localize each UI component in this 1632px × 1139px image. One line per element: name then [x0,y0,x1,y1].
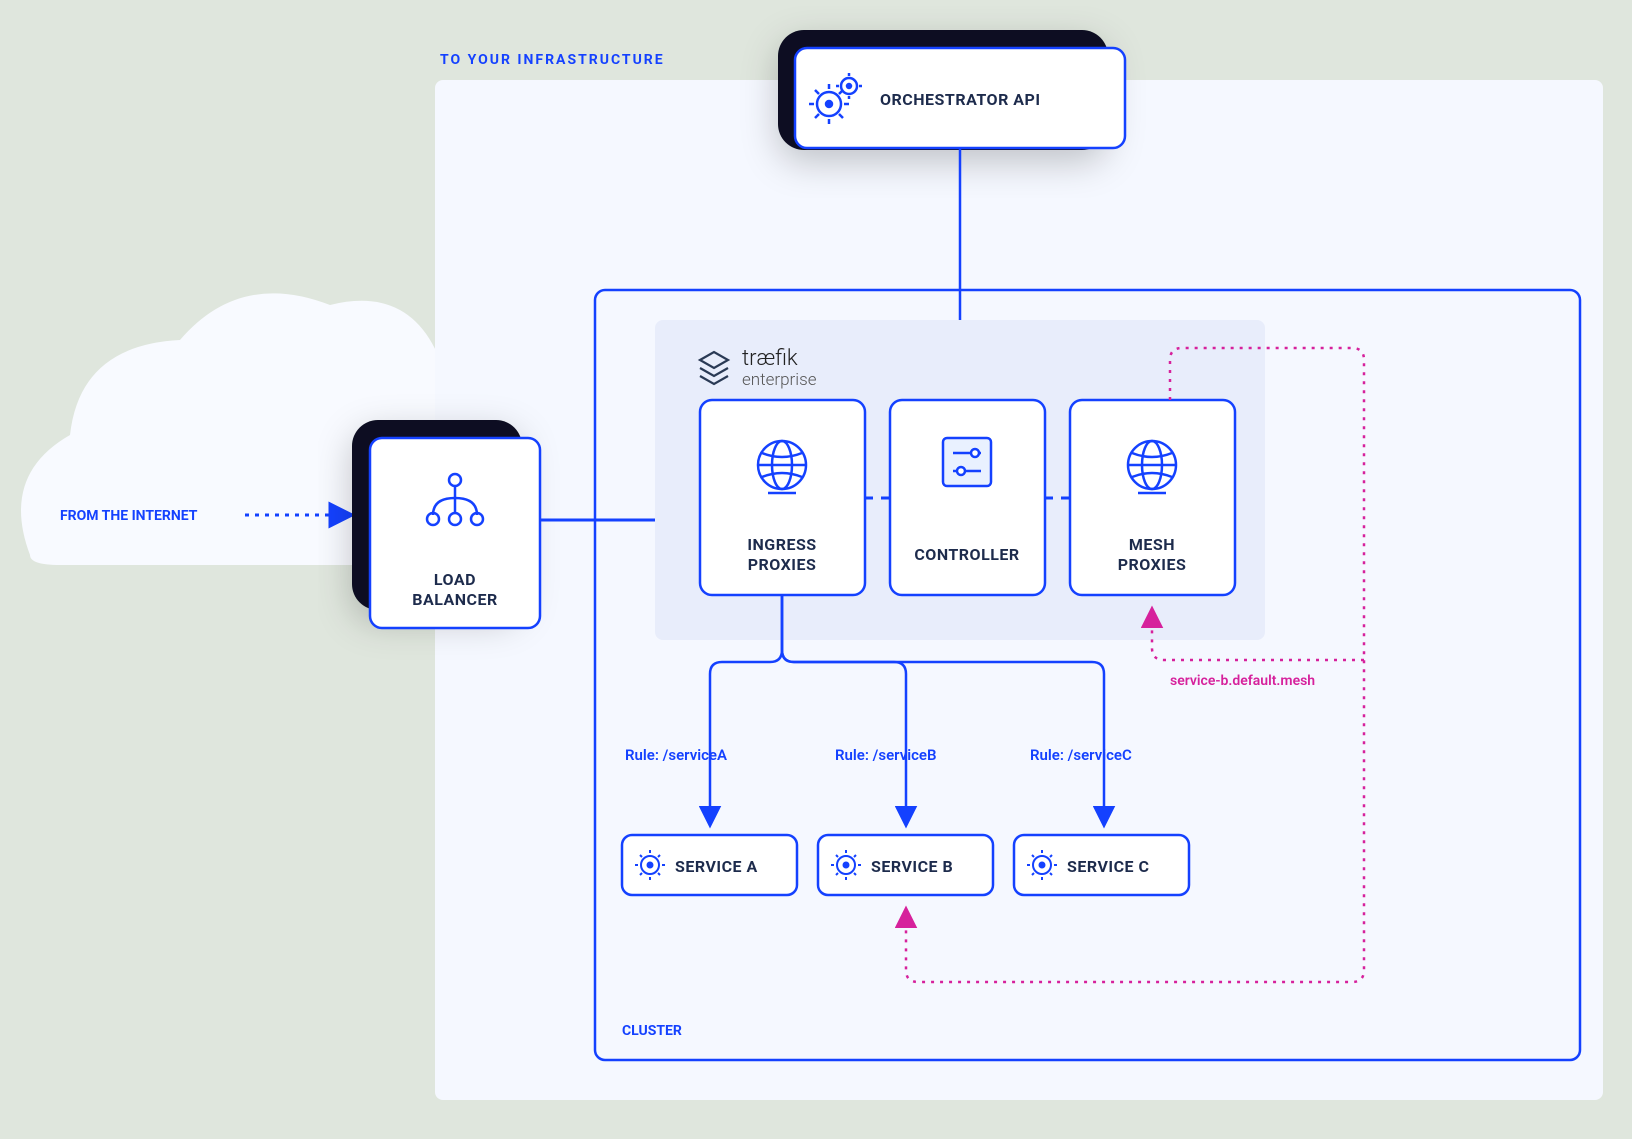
mesh-route-label: service-b.default.mesh [1170,673,1315,689]
rule-a-label: Rule: /serviceA [625,746,727,764]
orchestrator-label: ORCHESTRATOR API [880,90,1041,109]
load-balancer-label-1: LOAD [434,570,476,589]
ingress-label-1: INGRESS [747,535,816,554]
controller-icon [943,438,991,486]
mesh-label-1: MESH [1129,535,1175,554]
service-b-label: SERVICE B [871,857,953,876]
service-c-label: SERVICE C [1067,857,1150,876]
rule-b-label: Rule: /serviceB [835,746,937,764]
service-a-label: SERVICE A [675,857,758,876]
from-internet-label: FROM THE INTERNET [60,508,198,524]
ingress-label-2: PROXIES [748,555,817,574]
to-infra-label: TO YOUR INFRASTRUCTURE [440,52,665,68]
traefik-brand-label: træfik [742,346,798,371]
traefik-enterprise-label: enterprise [742,370,817,390]
controller-box [890,400,1045,595]
load-balancer-label-2: BALANCER [412,590,498,609]
diagram-canvas: FROM THE INTERNET TO YOUR INFRASTRUCTURE… [0,0,1632,1139]
mesh-label-2: PROXIES [1118,555,1187,574]
rule-c-label: Rule: /serviceC [1030,746,1132,764]
controller-label: CONTROLLER [914,545,1019,564]
cluster-label: CLUSTER [622,1023,682,1039]
